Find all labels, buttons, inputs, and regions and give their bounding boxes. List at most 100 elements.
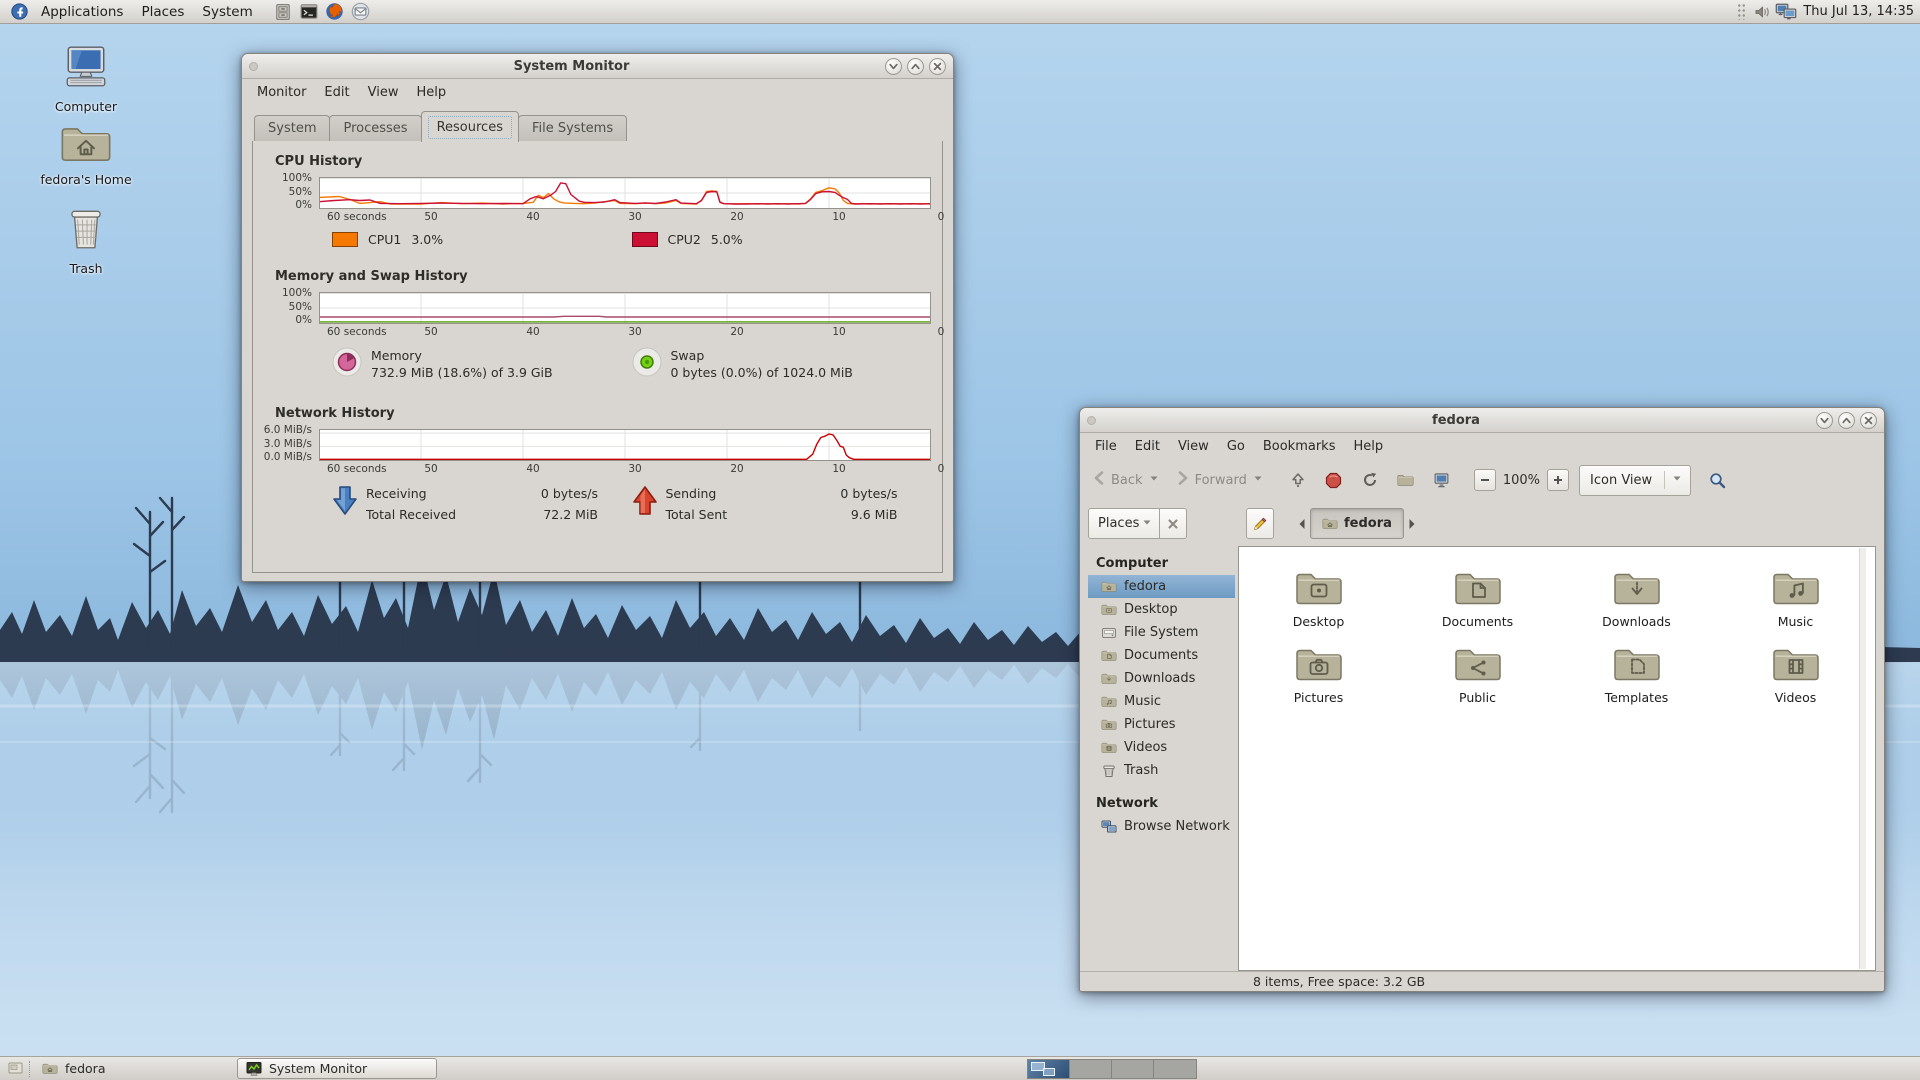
sidebar-item-music[interactable]: Music [1088, 690, 1235, 713]
tab-system[interactable]: System [254, 115, 331, 141]
volume-icon[interactable] [1750, 2, 1774, 22]
file-music[interactable]: Music [1716, 568, 1875, 644]
applet-handle[interactable] [1737, 3, 1747, 20]
system-monitor-task-icon [246, 1061, 262, 1077]
downloads-folder-icon [1557, 568, 1716, 612]
file-pictures[interactable]: Pictures [1239, 644, 1398, 720]
file-desktop[interactable]: Desktop [1239, 568, 1398, 644]
filemgr-maximize-button[interactable] [1838, 411, 1855, 429]
search-button[interactable] [1699, 464, 1735, 496]
clock[interactable]: Thu Jul 13, 14:35 [1803, 4, 1914, 19]
desktop-icon-computer[interactable]: Computer [38, 44, 134, 114]
sysmon-titlebar[interactable]: System Monitor [242, 54, 953, 79]
sysmon-menu-monitor[interactable]: Monitor [248, 82, 315, 103]
zoom-in-button[interactable] [1547, 469, 1570, 491]
forward-button[interactable]: Forward [1172, 464, 1268, 496]
sysmon-maximize-button[interactable] [907, 57, 924, 75]
web-browser-launcher-icon[interactable] [324, 1, 346, 23]
sidebar-item-videos[interactable]: Videos [1088, 736, 1235, 759]
filemgr-menu-go[interactable]: Go [1218, 436, 1254, 457]
terminal-launcher-icon[interactable] [298, 1, 320, 23]
filemgr-menu-help[interactable]: Help [1344, 436, 1392, 457]
sysmon-title: System Monitor [513, 58, 630, 74]
sysmon-close-button[interactable] [929, 57, 946, 75]
filemgr-titlebar[interactable]: fedora [1080, 408, 1884, 433]
back-icon [1092, 470, 1106, 490]
filemgr-title: fedora [1432, 412, 1480, 428]
file-downloads[interactable]: Downloads [1557, 568, 1716, 644]
view-mode-dropdown[interactable]: Icon View [1579, 464, 1692, 496]
recv-arrow-icon [332, 485, 358, 522]
up-button[interactable] [1280, 464, 1316, 496]
taskbar-item-system-monitor[interactable]: System Monitor [237, 1058, 437, 1079]
tab-resources[interactable]: Resources [420, 111, 519, 142]
sysmon-menu-view[interactable]: View [359, 82, 408, 103]
sidebar-item-browse-network[interactable]: Browse Network [1088, 815, 1235, 838]
menu-applications[interactable]: Applications [32, 2, 132, 22]
menu-system[interactable]: System [193, 2, 261, 22]
places-dropdown[interactable]: Places [1088, 508, 1160, 539]
forward-dropdown-icon[interactable] [1252, 472, 1264, 488]
network-status-icon[interactable] [1774, 2, 1798, 22]
workspace-3[interactable] [1112, 1060, 1154, 1078]
task-label: System Monitor [269, 1061, 368, 1076]
sysmon-menu-help[interactable]: Help [407, 82, 455, 103]
sidebar-item-desktop[interactable]: Desktop [1088, 598, 1235, 621]
desktop-icon-fedora-s-home[interactable]: fedora's Home [38, 122, 134, 187]
memory-history-section: Memory and Swap History 100% 50% 0% 60 sec… [275, 269, 944, 381]
file-public[interactable]: Public [1398, 644, 1557, 720]
filemgr-statusbar: 8 items, Free space: 3.2 GB [1080, 971, 1884, 991]
menu-places[interactable]: Places [132, 2, 193, 22]
file-manager-launcher-icon[interactable] [272, 1, 294, 23]
workspace-4[interactable] [1154, 1060, 1196, 1078]
file-templates[interactable]: Templates [1557, 644, 1716, 720]
workspace-2[interactable] [1070, 1060, 1112, 1078]
breadcrumb-right-icon[interactable] [1404, 508, 1421, 539]
tab-processes[interactable]: Processes [329, 115, 422, 141]
cpu-history-chart [319, 177, 931, 209]
email-launcher-icon[interactable] [350, 1, 372, 23]
home-button[interactable] [1388, 464, 1424, 496]
computer-button[interactable] [1424, 464, 1460, 496]
sidebar-item-file-system[interactable]: File System [1088, 621, 1235, 644]
edit-location-button[interactable] [1246, 508, 1274, 539]
file-videos[interactable]: Videos [1716, 644, 1875, 720]
filemgr-menu-file[interactable]: File [1086, 436, 1126, 457]
zoom-level: 100% [1502, 472, 1541, 488]
sysmon-minimize-button[interactable] [885, 57, 902, 75]
breadcrumb-fedora[interactable]: fedora [1310, 508, 1404, 539]
scrollbar-track[interactable] [1859, 548, 1866, 969]
desktop-icon-trash[interactable]: Trash [38, 204, 134, 276]
browse-network-icon [1101, 819, 1117, 835]
sidebar-item-pictures[interactable]: Pictures [1088, 713, 1235, 736]
reload-button[interactable] [1352, 464, 1388, 496]
tab-file-systems[interactable]: File Systems [517, 115, 628, 141]
workspace-1[interactable] [1028, 1060, 1070, 1078]
sysmon-menu-edit[interactable]: Edit [315, 82, 358, 103]
filemgr-menu-edit[interactable]: Edit [1126, 436, 1169, 457]
taskbar-item-fedora[interactable]: fedora [34, 1058, 184, 1079]
show-desktop-button[interactable] [3, 1058, 27, 1080]
close-sidebar-button[interactable] [1160, 508, 1187, 539]
fedora-menu-icon[interactable] [8, 1, 30, 23]
breadcrumb-left-icon[interactable] [1293, 508, 1310, 539]
cpu-history-section: CPU History 100% 50% 0% 60 seconds 50 40 30 20… [275, 154, 944, 247]
computer-icon [61, 46, 111, 96]
sidebar-item-fedora[interactable]: fedora [1088, 575, 1235, 598]
send-arrow-icon [632, 485, 658, 522]
file-label: Documents [1441, 614, 1514, 629]
sidebar-item-label: Browse Network [1124, 819, 1230, 834]
back-dropdown-icon[interactable] [1148, 472, 1160, 488]
sidebar-item-documents[interactable]: Documents [1088, 644, 1235, 667]
back-button[interactable]: Back [1088, 464, 1164, 496]
filemgr-menu-bookmarks[interactable]: Bookmarks [1254, 436, 1345, 457]
filemgr-close-button[interactable] [1860, 411, 1877, 429]
stop-button[interactable] [1316, 464, 1352, 496]
sidebar-item-downloads[interactable]: Downloads [1088, 667, 1235, 690]
file-documents[interactable]: Documents [1398, 568, 1557, 644]
cpu1-color-swatch [332, 232, 358, 247]
filemgr-minimize-button[interactable] [1816, 411, 1833, 429]
zoom-out-button[interactable] [1473, 469, 1496, 491]
filemgr-menu-view[interactable]: View [1169, 436, 1218, 457]
sidebar-item-trash[interactable]: Trash [1088, 759, 1235, 782]
